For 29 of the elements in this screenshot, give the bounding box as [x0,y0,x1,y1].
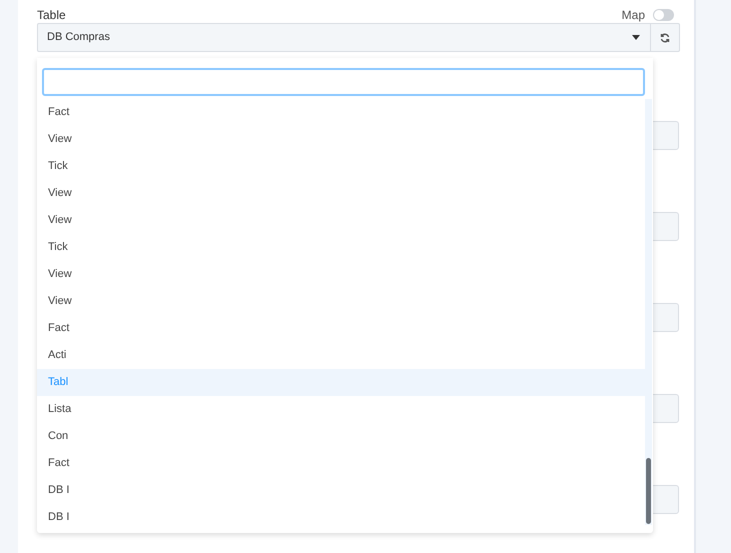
dropdown-option[interactable]: DB I [37,477,645,504]
refresh-icon [660,32,670,42]
dropdown-option[interactable]: View [37,180,645,207]
dropdown-option[interactable]: Con [37,423,645,450]
dropdown-option[interactable]: View [37,288,645,315]
dropdown-option[interactable]: View [37,126,645,153]
dropdown-option[interactable]: View [37,207,645,234]
dropdown-option[interactable]: Tick [37,153,645,180]
dropdown-option[interactable]: Lista [37,396,645,423]
input-field[interactable] [650,394,679,423]
dropdown-option[interactable]: Fact [37,99,645,126]
toggle-label: Map [622,6,645,24]
map-toggle[interactable] [653,8,674,20]
dropdown-option[interactable]: Fact [37,315,645,342]
dropdown-option[interactable]: Fact [37,450,645,477]
input-field[interactable] [650,212,679,241]
table-select[interactable]: DB Compras [37,23,651,52]
dropdown-option[interactable]: Acti [37,342,645,369]
dropdown-option[interactable]: View [37,261,645,288]
dropdown-option[interactable]: DB I [37,504,645,525]
input-field[interactable] [650,121,679,150]
caret-icon [632,35,640,40]
dropdown-option[interactable]: Tick [37,234,645,261]
field-label: Table [37,6,66,24]
search-field[interactable] [42,68,645,96]
input-field[interactable] [650,485,679,514]
scrollbar-thumb[interactable] [646,458,651,524]
refresh-button[interactable] [651,23,680,52]
input-field[interactable] [650,303,679,332]
